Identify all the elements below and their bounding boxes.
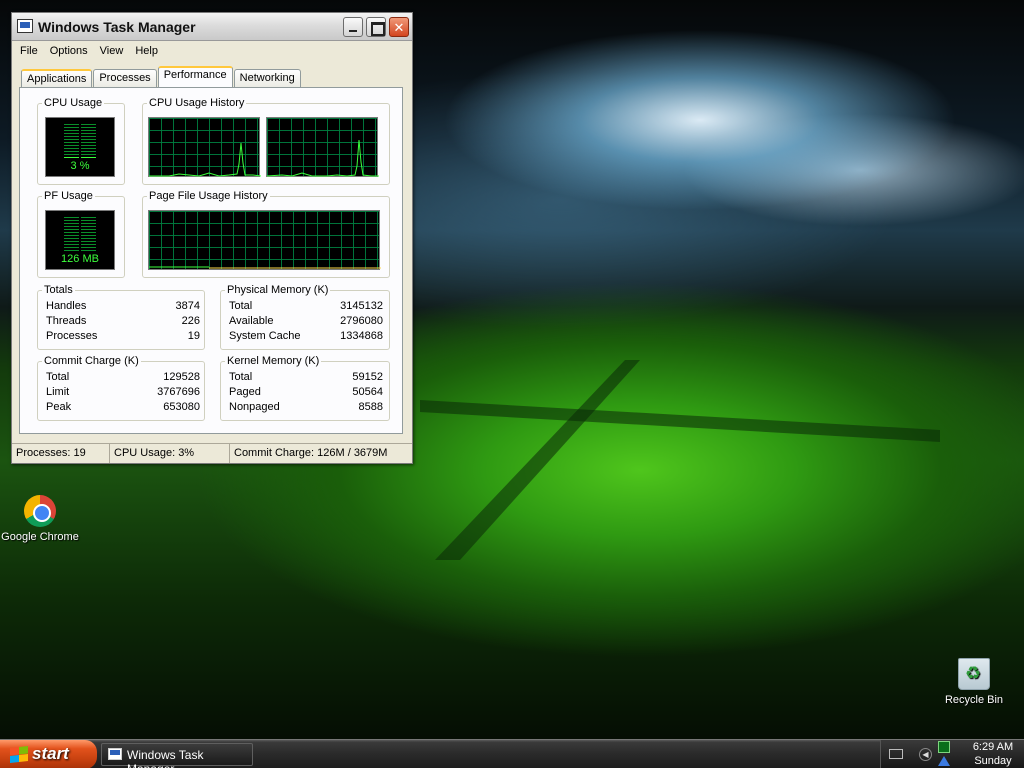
network-icon[interactable] [938, 756, 950, 766]
window-title: Windows Task Manager [38, 19, 196, 35]
show-hidden-icons-button[interactable]: ◀ [919, 748, 932, 761]
wallpaper-decoration [420, 360, 940, 560]
tab-processes[interactable]: Processes [93, 69, 157, 87]
desktop-icon-recycle-bin[interactable]: Recycle Bin [934, 658, 1014, 706]
chrome-icon [24, 495, 56, 527]
status-commit-charge: Commit Charge: 126M / 3679M [234, 447, 388, 459]
totals-label: Totals [42, 284, 75, 296]
task-manager-window: Windows Task Manager File Options View H… [11, 12, 413, 464]
commit-charge-group: Commit Charge (K) Total 129528 Limit 37676… [37, 355, 205, 421]
start-button[interactable]: start [0, 740, 97, 768]
recycle-bin-icon [958, 658, 990, 690]
status-bar: Processes: 19 CPU Usage: 3% Commit Charg… [12, 443, 412, 463]
tab-performance[interactable]: Performance [157, 66, 233, 87]
desktop-icon-google-chrome[interactable]: Google Chrome [0, 495, 80, 543]
clock-time: 6:29 AM [972, 741, 1014, 753]
windows-logo-icon [10, 746, 28, 763]
physical-memory-row-system-cache: System Cache 1334868 [229, 330, 383, 342]
status-cpu-usage: CPU Usage: 3% [110, 444, 230, 463]
taskbar-item-label: Windows Task Manager [127, 748, 204, 768]
totals-row-processes: Processes 19 [46, 330, 200, 342]
physical-memory-group: Physical Memory (K) Total 3145132 Availab… [220, 284, 390, 350]
close-button[interactable] [389, 17, 409, 37]
desktop-icon-label: Google Chrome [1, 531, 79, 543]
clock[interactable]: 6:29 AM Sunday [965, 741, 1021, 768]
cpu-history-graph-core1 [148, 117, 261, 177]
title-bar[interactable]: Windows Task Manager [12, 13, 412, 41]
taskbar-item-task-manager[interactable]: Windows Task Manager [101, 743, 253, 768]
totals-group: Totals Handles 3874 Threads 226 Processes 1… [37, 284, 205, 350]
clock-day: Sunday [974, 755, 1012, 767]
cpu-usage-meter: 3 % [45, 117, 115, 177]
tab-networking[interactable]: Networking [233, 69, 301, 87]
task-manager-icon [17, 19, 33, 33]
kernel-memory-row-nonpaged: Nonpaged 8588 [229, 401, 383, 413]
kernel-memory-group: Kernel Memory (K) Total 59152 Paged 50564 … [220, 355, 390, 421]
system-tray: ◀ 6:29 AM Sunday [880, 740, 1024, 768]
pf-history-graph [148, 210, 381, 270]
task-manager-icon [108, 748, 122, 760]
start-label: start [32, 744, 69, 763]
desktop-icon-label: Recycle Bin [944, 694, 1004, 706]
pf-meter-bars [64, 217, 96, 251]
kernel-memory-row-paged: Paged 50564 [229, 386, 383, 398]
menu-view[interactable]: View [94, 45, 130, 57]
physical-memory-row-available: Available 2796080 [229, 315, 383, 327]
menu-help[interactable]: Help [129, 45, 164, 57]
pf-history-group: Page File Usage History [142, 190, 390, 278]
kernel-memory-row-total: Total 59152 [229, 371, 383, 383]
totals-row-threads: Threads 226 [46, 315, 200, 327]
commit-charge-label: Commit Charge (K) [42, 355, 141, 367]
tab-applications[interactable]: Applications [21, 69, 93, 87]
pf-usage-group: PF Usage 126 MB [37, 190, 125, 278]
performance-panel: CPU Usage 3 % CPU Usage History PF Usage [19, 87, 403, 434]
task-manager-tray-icon[interactable] [938, 741, 950, 753]
menu-bar: File Options View Help [12, 41, 412, 61]
keyboard-icon[interactable] [889, 749, 903, 759]
commit-charge-row-peak: Peak 653080 [46, 401, 200, 413]
pf-usage-meter: 126 MB [45, 210, 115, 270]
commit-charge-row-limit: Limit 3767696 [46, 386, 200, 398]
minimize-button[interactable] [343, 17, 363, 37]
physical-memory-row-total: Total 3145132 [229, 300, 383, 312]
physical-memory-label: Physical Memory (K) [225, 284, 331, 296]
cpu-history-label: CPU Usage History [147, 97, 247, 109]
pf-usage-value: 126 MB [61, 253, 99, 265]
cpu-usage-group: CPU Usage 3 % [37, 97, 125, 185]
maximize-button[interactable] [366, 17, 386, 37]
tab-strip: Applications Processes Performance Netwo… [21, 66, 302, 87]
cpu-history-group: CPU Usage History [142, 97, 390, 185]
taskbar: start Windows Task Manager ◀ 6:29 AM Sun… [0, 739, 1024, 768]
cpu-meter-bars [64, 124, 96, 158]
cpu-history-graph-core2 [266, 117, 379, 177]
status-processes: Processes: 19 [12, 444, 110, 463]
menu-options[interactable]: Options [44, 45, 94, 57]
commit-charge-row-total: Total 129528 [46, 371, 200, 383]
pf-usage-label: PF Usage [42, 190, 95, 202]
kernel-memory-label: Kernel Memory (K) [225, 355, 322, 367]
pf-history-label: Page File Usage History [147, 190, 270, 202]
cpu-usage-label: CPU Usage [42, 97, 105, 109]
totals-row-handles: Handles 3874 [46, 300, 200, 312]
cpu-usage-value: 3 % [70, 160, 90, 172]
menu-file[interactable]: File [14, 45, 44, 57]
